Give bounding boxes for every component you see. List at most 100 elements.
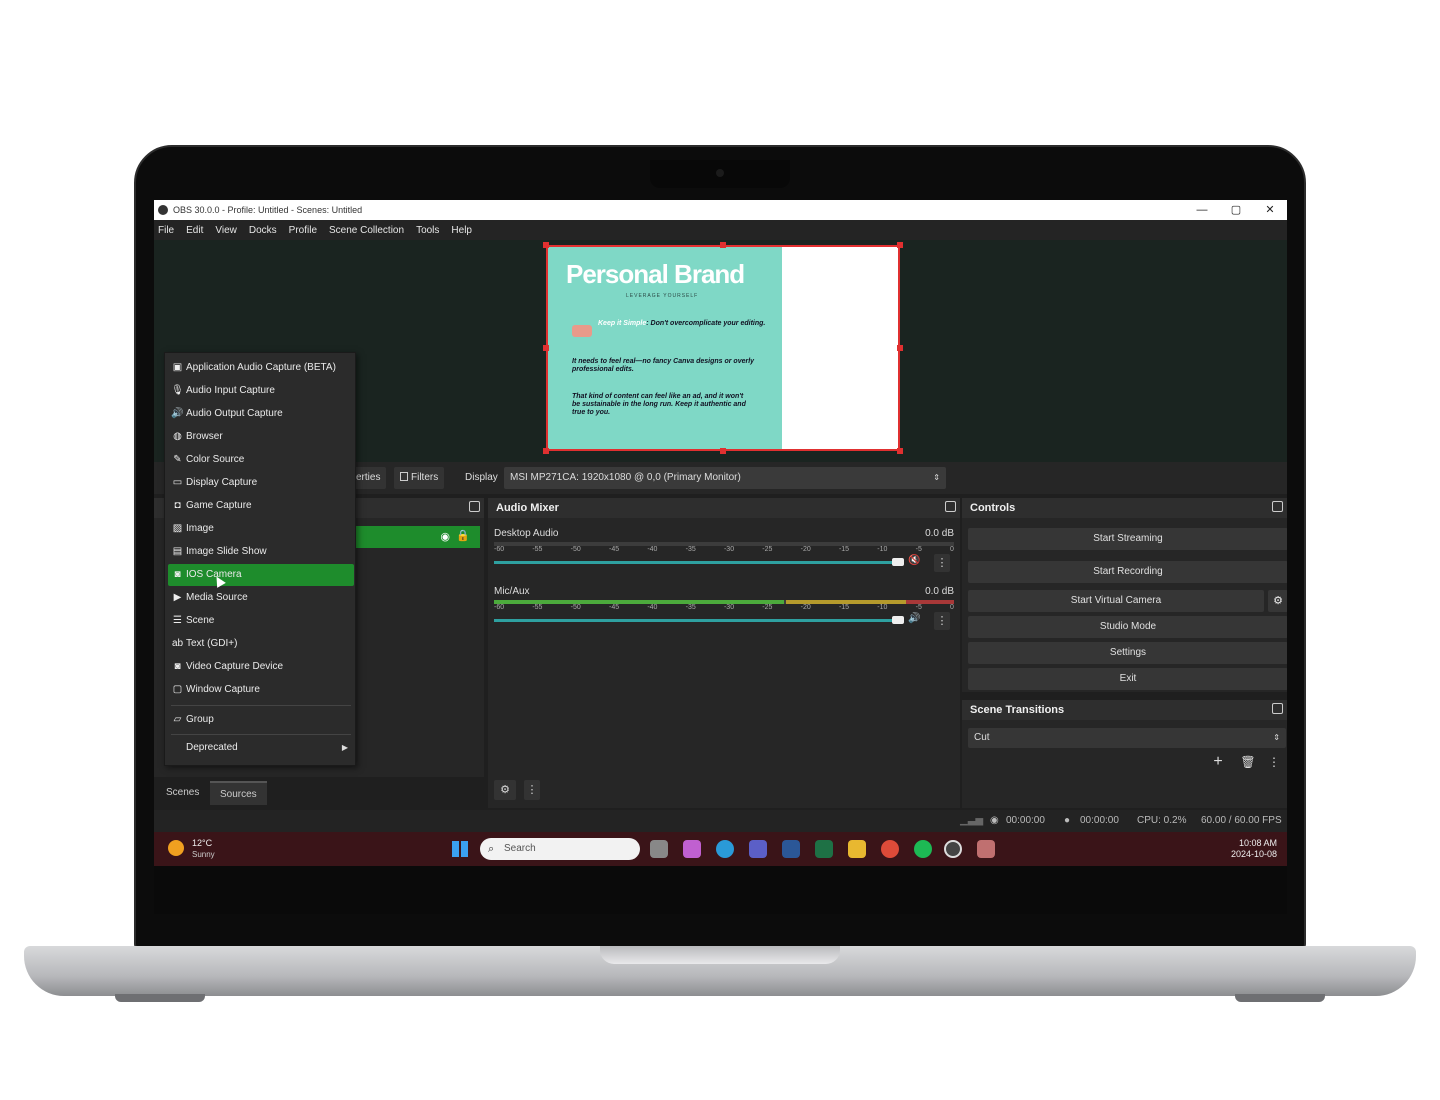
menu-profile[interactable]: Profile [289, 225, 317, 236]
excel-icon[interactable] [815, 840, 833, 858]
menu-item-image-slide-show[interactable]: ▤ Image Slide Show [168, 541, 354, 563]
screen: OBS 30.0.0 - Profile: Untitled - Scenes:… [154, 200, 1287, 866]
meter-tick: -40 [647, 604, 658, 611]
resize-handle[interactable] [897, 242, 903, 248]
menu-item-game-capture[interactable]: ◘ Game Capture [168, 495, 354, 517]
undock-icon[interactable] [469, 501, 480, 512]
start-streaming-button[interactable]: Start Streaming [968, 528, 1287, 550]
menu-tools[interactable]: Tools [416, 225, 439, 236]
undock-icon[interactable] [1272, 501, 1283, 512]
fps-display: 60.00 / 60.00 FPS [1201, 815, 1282, 826]
copilot-icon[interactable] [683, 840, 701, 858]
menu-item-audio-input[interactable]: 🎙 Audio Input Capture [168, 380, 354, 402]
resize-handle[interactable] [897, 448, 903, 454]
menu-item-label: Application Audio Capture (BETA) [186, 362, 336, 373]
edge-icon[interactable] [716, 840, 734, 858]
meter-tick: -60 [494, 546, 505, 553]
trash-icon[interactable]: 🗑 [1238, 752, 1258, 772]
undock-icon[interactable] [945, 501, 956, 512]
virtual-camera-gear-icon[interactable]: ⚙ [1268, 590, 1287, 612]
resize-handle[interactable] [897, 345, 903, 351]
task-view-icon[interactable] [650, 840, 668, 858]
menu-item-image[interactable]: ▨ Image [168, 518, 354, 540]
resize-handle[interactable] [720, 242, 726, 248]
menu-view[interactable]: View [215, 225, 237, 236]
menu-item-video-capture-device[interactable]: ◙ Video Capture Device [168, 656, 354, 678]
menu-help[interactable]: Help [451, 225, 472, 236]
windows-start-icon[interactable] [452, 841, 468, 857]
resize-handle[interactable] [543, 345, 549, 351]
fader-knob[interactable] [892, 558, 904, 566]
meter-tick: 0 [950, 546, 954, 553]
filters-button[interactable]: Filters [394, 467, 445, 489]
studio-mode-button[interactable]: Studio Mode [968, 616, 1287, 638]
menu-docks[interactable]: Docks [249, 225, 277, 236]
menu-item-audio-output[interactable]: 🔊 Audio Output Capture [168, 403, 354, 425]
chevron-updown-icon: ⇕ [1273, 733, 1280, 742]
transition-menu-button[interactable]: ⋮ [1266, 752, 1282, 772]
resize-handle[interactable] [543, 242, 549, 248]
channel-menu-button[interactable]: ⋮ [934, 554, 950, 572]
source-item-selected[interactable]: ◉ 🔒 [354, 526, 480, 548]
menu-edit[interactable]: Edit [186, 225, 203, 236]
visibility-eye-icon[interactable]: ◉ [440, 530, 450, 543]
chrome-icon[interactable] [881, 840, 899, 858]
lock-icon[interactable]: 🔒 [456, 529, 470, 542]
menu-item-label: Color Source [186, 454, 245, 465]
clock[interactable]: 10:08 AM 2024-10-08 [1231, 838, 1277, 860]
spotify-icon[interactable] [914, 840, 932, 858]
preview-canvas[interactable]: Personal Brand LEVERAGE YOURSELF Keep it… [546, 245, 900, 451]
menu-item-window-capture[interactable]: ▢ Window Capture [168, 679, 354, 701]
menu-scene-collection[interactable]: Scene Collection [329, 225, 404, 236]
mixer-menu-button[interactable]: ⋮ [524, 780, 540, 800]
menu-item-label: Image Slide Show [186, 546, 267, 557]
slide-text-1: Keep it Simple: Don't overcomplicate you… [598, 320, 778, 328]
muted-speaker-icon[interactable]: 🔇 [908, 555, 920, 566]
display-select[interactable]: MSI MP271CA: 1920x1080 @ 0,0 (Primary Mo… [504, 467, 946, 489]
menu-item-app-audio[interactable]: ▣ Application Audio Capture (BETA) [168, 357, 354, 379]
transition-select[interactable]: Cut ⇕ [968, 728, 1286, 748]
weather-sun-icon[interactable] [168, 840, 184, 856]
obs-icon[interactable] [944, 840, 962, 858]
start-virtual-camera-button[interactable]: Start Virtual Camera [968, 590, 1264, 612]
add-transition-icon[interactable]: + [1208, 752, 1228, 772]
taskbar-search[interactable]: ⌕ Search [480, 838, 640, 860]
speaker-icon[interactable]: 🔊 [908, 613, 920, 624]
file-explorer-icon[interactable] [848, 840, 866, 858]
tab-sources[interactable]: Sources [210, 781, 267, 805]
menu-file[interactable]: File [158, 225, 174, 236]
start-recording-button[interactable]: Start Recording [968, 561, 1287, 583]
menu-item-media-source[interactable]: ▶ Media Source [168, 587, 354, 609]
advanced-audio-gear-icon[interactable]: ⚙ [494, 780, 516, 800]
fader-knob[interactable] [892, 616, 904, 624]
menu-item-deprecated[interactable]: Deprecated ▶ [168, 737, 354, 759]
channel-menu-button[interactable]: ⋮ [934, 612, 950, 630]
menu-item-group[interactable]: ▱ Group [168, 709, 354, 731]
audio-mixer-title: Audio Mixer [496, 502, 559, 514]
minimize-button[interactable]: — [1185, 200, 1219, 220]
close-button[interactable]: ✕ [1253, 200, 1287, 220]
resize-handle[interactable] [543, 448, 549, 454]
scene-transitions-title: Scene Transitions [970, 704, 1065, 716]
exit-button[interactable]: Exit [968, 668, 1287, 690]
volume-fader[interactable] [494, 619, 899, 622]
menu-item-display-capture[interactable]: ▭ Display Capture [168, 472, 354, 494]
word-icon[interactable] [782, 840, 800, 858]
window-title: OBS 30.0.0 - Profile: Untitled - Scenes:… [173, 205, 363, 215]
undock-icon[interactable] [1272, 703, 1283, 714]
app-icon[interactable] [977, 840, 995, 858]
meter-tick: -55 [532, 546, 543, 553]
menu-item-browser[interactable]: ◍ Browser [168, 426, 354, 448]
menu-item-text-gdi[interactable]: ab Text (GDI+) [168, 633, 354, 655]
resize-handle[interactable] [720, 448, 726, 454]
menu-item-ios-camera[interactable]: ◙ IOS Camera [168, 564, 354, 586]
channel-db: 0.0 dB [925, 528, 954, 539]
settings-button[interactable]: Settings [968, 642, 1287, 664]
meter-tick: -30 [723, 604, 735, 611]
restore-button[interactable]: ▢ [1219, 200, 1253, 220]
menu-item-scene[interactable]: ☰ Scene [168, 610, 354, 632]
volume-fader[interactable] [494, 561, 899, 564]
teams-icon[interactable] [749, 840, 767, 858]
menu-item-color-source[interactable]: ✎ Color Source [168, 449, 354, 471]
tab-scenes[interactable]: Scenes [156, 781, 209, 805]
